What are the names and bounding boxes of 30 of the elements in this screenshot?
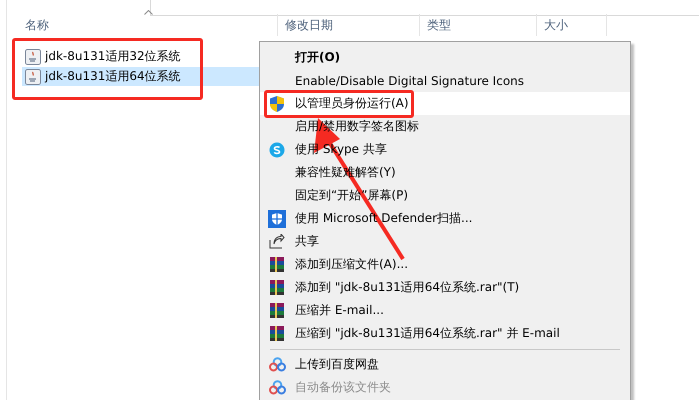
cloud-icon <box>268 380 286 395</box>
column-header[interactable]: 修改日期 <box>285 16 333 34</box>
file-row[interactable]: jdk-8u131适用64位系统 <box>22 67 261 86</box>
sort-caret-icon <box>144 10 153 15</box>
column-header[interactable]: 类型 <box>427 16 451 34</box>
cloud-icon <box>268 357 286 372</box>
archive-books-icon <box>269 325 285 342</box>
file-name: jdk-8u131适用64位系统 <box>45 68 181 85</box>
menu-item[interactable]: 以管理员身份运行(A) <box>260 92 630 115</box>
menu-item[interactable]: 压缩并 E-mail... <box>260 299 630 322</box>
menu-item[interactable]: 添加到 "jdk-8u131适用64位系统.rar"(T) <box>260 276 630 299</box>
archive-books-icon <box>269 279 285 296</box>
java-file-icon <box>25 68 41 84</box>
file-row[interactable]: jdk-8u131适用32位系统 <box>22 47 261 66</box>
menu-item[interactable]: 压缩到 "jdk-8u131适用64位系统.rar" 并 E-mail <box>260 322 630 345</box>
shield-icon <box>268 210 286 228</box>
shield-icon <box>269 94 285 112</box>
menu-item[interactable]: 共享 <box>260 230 630 253</box>
menu-item[interactable]: 打开(O) <box>260 46 630 69</box>
archive-books-icon <box>269 256 285 273</box>
share-icon <box>269 234 285 249</box>
java-file-icon <box>25 48 41 64</box>
column-header[interactable]: 名称 <box>25 16 49 34</box>
menu-item[interactable]: Enable/Disable Digital Signature Icons <box>260 69 630 92</box>
menu-item[interactable]: 添加到压缩文件(A)... <box>260 253 630 276</box>
column-header[interactable]: 大小 <box>544 16 568 34</box>
file-name: jdk-8u131适用32位系统 <box>45 48 181 65</box>
archive-books-icon <box>269 302 285 319</box>
skype-icon <box>269 142 285 158</box>
menu-item[interactable]: 上传到百度网盘 <box>260 353 630 376</box>
